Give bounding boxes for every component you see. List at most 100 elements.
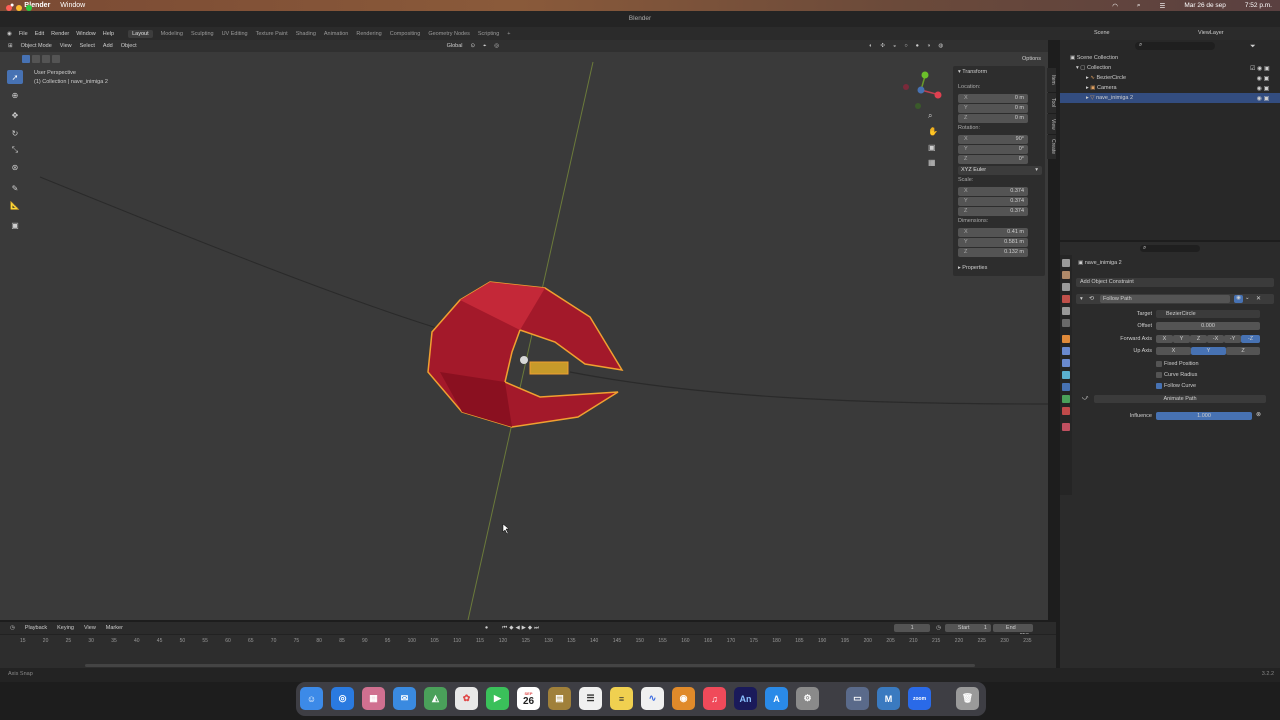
safari-icon[interactable]: ◎ <box>331 687 354 710</box>
close-window-button[interactable] <box>6 5 12 11</box>
jump-start-icon[interactable]: ⏮ <box>502 625 507 632</box>
visibility-icon[interactable]: ◐ <box>869 43 872 49</box>
tab-rendering[interactable]: Rendering <box>356 31 381 37</box>
properties-subpanel[interactable]: ▸ Properties <box>958 265 1042 274</box>
menu-add[interactable]: Add <box>103 43 113 49</box>
tab-shading[interactable]: Shading <box>296 31 316 37</box>
scale-y-field[interactable]: Y 0.374 <box>958 197 1028 206</box>
constraint-menu-icon[interactable]: ⌄ <box>1245 295 1250 301</box>
next-keyframe-icon[interactable]: ◆ <box>528 625 532 631</box>
jump-end-icon[interactable]: ⏭ <box>534 625 539 632</box>
forward-axis-neg-z[interactable]: -Z <box>1241 335 1260 343</box>
menu-marker[interactable]: Marker <box>106 625 123 631</box>
outliner-item-camera[interactable]: ▸ ▣ Camera <box>1060 83 1280 93</box>
editor-type-icon[interactable]: ⊞ <box>8 43 13 49</box>
app-store-icon[interactable]: A <box>765 687 788 710</box>
add-cube-tool-icon[interactable]: ▣ <box>7 218 23 232</box>
target-field[interactable]: BezierCircle <box>1156 310 1260 318</box>
menu-select[interactable]: Select <box>80 43 95 49</box>
tool-properties-icon[interactable] <box>1062 259 1070 267</box>
orientation-selector[interactable]: Global <box>447 43 463 49</box>
tab-layout[interactable]: Layout <box>128 29 153 38</box>
tab-modeling[interactable]: Modeling <box>161 31 183 37</box>
constraint-properties-icon[interactable] <box>1062 383 1070 391</box>
overlay-toggle-icon[interactable]: ◒ <box>893 43 896 49</box>
material-properties-icon[interactable] <box>1062 407 1070 415</box>
viewlayer-selector[interactable]: ViewLayer <box>1198 30 1224 36</box>
blender-logo-icon[interactable]: ◉ <box>7 31 12 37</box>
blender-icon[interactable]: ◉ <box>672 687 695 710</box>
forward-axis-z[interactable]: Z <box>1190 335 1207 343</box>
record-icon[interactable]: ● <box>485 625 488 631</box>
zoom-icon[interactable]: ⌕ <box>928 111 932 121</box>
outliner-item-beziercircle[interactable]: ▸ ∿ BezierCircle <box>1060 73 1280 83</box>
outliner-root[interactable]: ▣ Scene Collection <box>1060 53 1280 63</box>
music-icon[interactable]: ♫ <box>703 687 726 710</box>
location-y-field[interactable]: Y0 m <box>958 104 1028 113</box>
modifier-properties-icon[interactable] <box>1062 347 1070 355</box>
tab-geometry-nodes[interactable]: Geometry Nodes <box>428 31 470 37</box>
tab-create[interactable]: Create <box>1047 135 1056 159</box>
filter-icon[interactable]: ⏷ <box>1250 43 1256 51</box>
close-icon[interactable]: ✕ <box>1256 295 1261 302</box>
tab-compositing[interactable]: Compositing <box>390 31 421 37</box>
menu-file[interactable]: File <box>19 31 28 37</box>
launchpad-icon[interactable]: ▦ <box>362 687 385 710</box>
outliner-item-collection[interactable]: ▾ ▢ Collection <box>1060 63 1280 73</box>
finder-icon[interactable]: ☺ <box>300 687 323 710</box>
scene-properties-icon[interactable] <box>1062 307 1070 315</box>
forward-axis-y[interactable]: Y <box>1173 335 1190 343</box>
up-axis-y[interactable]: Y <box>1191 347 1226 355</box>
scale-z-field[interactable]: Z 0.374 <box>958 207 1028 216</box>
rotation-y-field[interactable]: Y 0° <box>958 145 1028 154</box>
tab-view[interactable]: View <box>1047 114 1056 134</box>
up-axis-z[interactable]: Z <box>1226 347 1260 355</box>
tab-tool[interactable]: Tool <box>1047 93 1056 113</box>
add-object-constraint-button[interactable]: Add Object Constraint <box>1076 278 1274 287</box>
move-tool-icon[interactable]: ✥ <box>7 108 23 122</box>
transform-tool-icon[interactable]: ⊛ <box>7 160 23 174</box>
play-reverse-icon[interactable]: ◀ <box>515 625 519 631</box>
location-x-field[interactable]: X0 m <box>958 94 1028 103</box>
select-new-icon[interactable] <box>22 55 30 63</box>
photos-icon[interactable]: ✿ <box>455 687 478 710</box>
reminders-icon[interactable]: ☰ <box>579 687 602 710</box>
animate-path-button[interactable]: Animate Path <box>1094 395 1266 403</box>
facetime-icon[interactable]: ▶ <box>486 687 509 710</box>
start-frame-field[interactable]: Start 1 <box>944 624 991 632</box>
minimize-window-button[interactable] <box>16 5 22 11</box>
control-center-icon[interactable]: ☰ <box>1160 2 1166 10</box>
menubar-time[interactable]: 7:52 p.m. <box>1245 2 1272 9</box>
forward-axis-x[interactable]: X <box>1156 335 1173 343</box>
menubar-date[interactable]: Mar 26 de sep <box>1184 2 1226 9</box>
shading-rendered-icon[interactable]: ◍ <box>938 43 943 49</box>
influence-slider[interactable]: 1.000 <box>1156 412 1252 420</box>
system-settings-icon[interactable]: ⚙ <box>796 687 819 710</box>
contacts-icon[interactable]: ▤ <box>548 687 571 710</box>
add-workspace-button[interactable]: + <box>507 31 510 37</box>
clock-icon[interactable]: ◷ <box>936 625 941 631</box>
menu-render[interactable]: Render <box>51 31 69 37</box>
offset-field[interactable]: 0.000 <box>1156 322 1260 330</box>
outliner-search-input[interactable]: ⌕ <box>1135 42 1215 50</box>
scale-x-field[interactable]: X 0.374 <box>958 187 1028 196</box>
tab-animation[interactable]: Animation <box>324 31 348 37</box>
transform-header[interactable]: ▾ Transform <box>958 69 1042 78</box>
menu-edit[interactable]: Edit <box>35 31 44 37</box>
menu-playback[interactable]: Playback <box>25 625 47 631</box>
physics-properties-icon[interactable] <box>1062 371 1070 379</box>
trash-icon[interactable]: 🗑 <box>956 687 979 710</box>
calendar-icon[interactable]: SEP 26 <box>517 687 540 710</box>
forward-axis-neg-x[interactable]: -X <box>1207 335 1224 343</box>
annotate-tool-icon[interactable]: ✎ <box>7 181 23 195</box>
select-box-tool-icon[interactable]: ➚ <box>7 70 23 84</box>
notes-icon[interactable]: ≡ <box>610 687 633 710</box>
cursor-tool-icon[interactable]: ⊕ <box>7 88 23 102</box>
3d-viewport[interactable]: User Perspective (1) Collection | nave_i… <box>0 52 1048 620</box>
zoom-app-icon[interactable]: zoom <box>908 687 931 710</box>
select-subtract-icon[interactable] <box>42 55 50 63</box>
m-app-icon[interactable]: M <box>877 687 900 710</box>
tab-sculpting[interactable]: Sculpting <box>191 31 214 37</box>
forward-axis-neg-y[interactable]: -Y <box>1224 335 1241 343</box>
dimensions-z-field[interactable]: Z 0.132 m <box>958 248 1028 257</box>
